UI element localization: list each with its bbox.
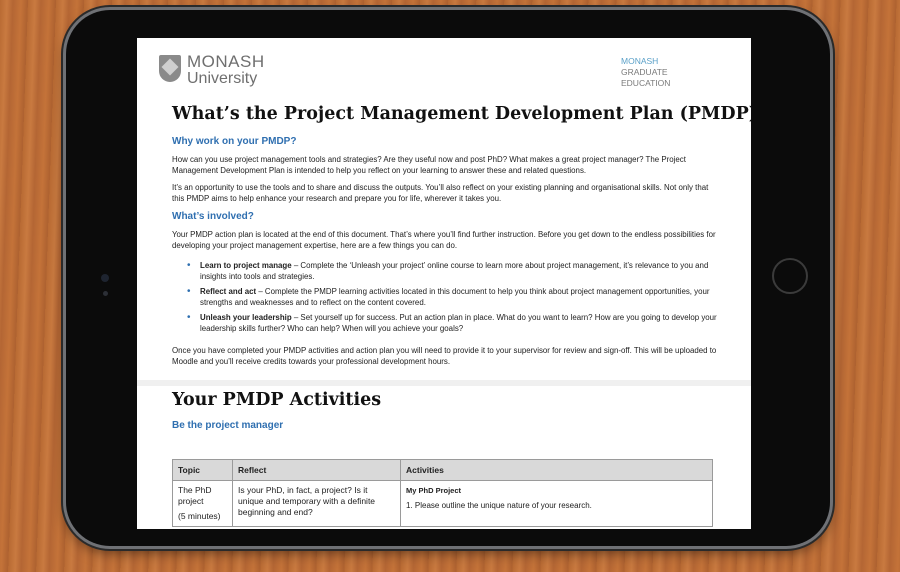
cell-activities: My PhD Project 1. Please outline the uni… — [400, 480, 713, 527]
logo-line1: MONASH — [187, 52, 265, 71]
graduate-education-logo: MONASH GRADUATE EDUCATION — [621, 56, 670, 89]
activity-title: My PhD Project — [406, 486, 462, 495]
grad-logo-line1: MONASH — [621, 56, 659, 66]
monash-crest-icon — [159, 55, 181, 82]
list-item: Reflect and act – Complete the PMDP lear… — [172, 286, 717, 308]
camera-icon — [101, 274, 109, 282]
activities-table: Topic Reflect Activities The PhD project… — [172, 459, 713, 527]
activity-item: 1. Please outline the unique nature of y… — [406, 501, 592, 510]
grad-logo-line2: GRADUATE — [621, 67, 668, 77]
involved-paragraph-1: Your PMDP action plan is located at the … — [172, 230, 716, 250]
cell-reflect: Is your PhD, in fact, a project? Is it u… — [232, 480, 401, 527]
table-row: The PhD project (5 minutes) Is your PhD,… — [172, 480, 713, 527]
involved-heading: What’s involved? — [172, 211, 254, 222]
logo-line2: University — [187, 70, 258, 87]
bullet-text: – Complete the PMDP learning activities … — [200, 287, 710, 307]
why-paragraph-1: How can you use project management tools… — [172, 155, 686, 175]
list-item: Unleash your leadership – Set yourself u… — [172, 312, 717, 334]
sensor-icon — [103, 291, 108, 296]
document-header: MONASH University MONASH GRADUATE EDUCAT… — [137, 38, 751, 102]
grad-logo-line3: EDUCATION — [621, 78, 671, 88]
tablet-device: MONASH University MONASH GRADUATE EDUCAT… — [66, 10, 830, 546]
bullet-bold: Unleash your leadership — [200, 313, 292, 322]
activities-subheading: Be the project manager — [172, 420, 284, 431]
cell-topic: The PhD project (5 minutes) — [172, 480, 233, 527]
col-header-reflect: Reflect — [232, 459, 401, 481]
home-button[interactable] — [772, 258, 808, 294]
table-header-row: Topic Reflect Activities — [172, 459, 713, 481]
why-paragraph-2: It’s an opportunity to use the tools and… — [172, 183, 709, 203]
involved-bullet-list: Learn to project manage – Complete the ‘… — [172, 260, 717, 338]
bullet-bold: Learn to project manage — [200, 261, 292, 270]
topic-text: The PhD project — [178, 485, 212, 506]
bullet-bold: Reflect and act — [200, 287, 257, 296]
document-screen: MONASH University MONASH GRADUATE EDUCAT… — [137, 38, 751, 529]
topic-duration: (5 minutes) — [178, 511, 221, 521]
col-header-activities: Activities — [400, 459, 713, 481]
list-item: Learn to project manage – Complete the ‘… — [172, 260, 717, 282]
page-break — [137, 380, 751, 386]
activities-title: Your PMDP Activities — [172, 390, 382, 410]
involved-paragraph-2: Once you have completed your PMDP activi… — [172, 346, 717, 366]
why-heading: Why work on your PMDP? — [172, 136, 297, 147]
col-header-topic: Topic — [172, 459, 233, 481]
page-title: What’s the Project Management Developmen… — [172, 104, 751, 124]
